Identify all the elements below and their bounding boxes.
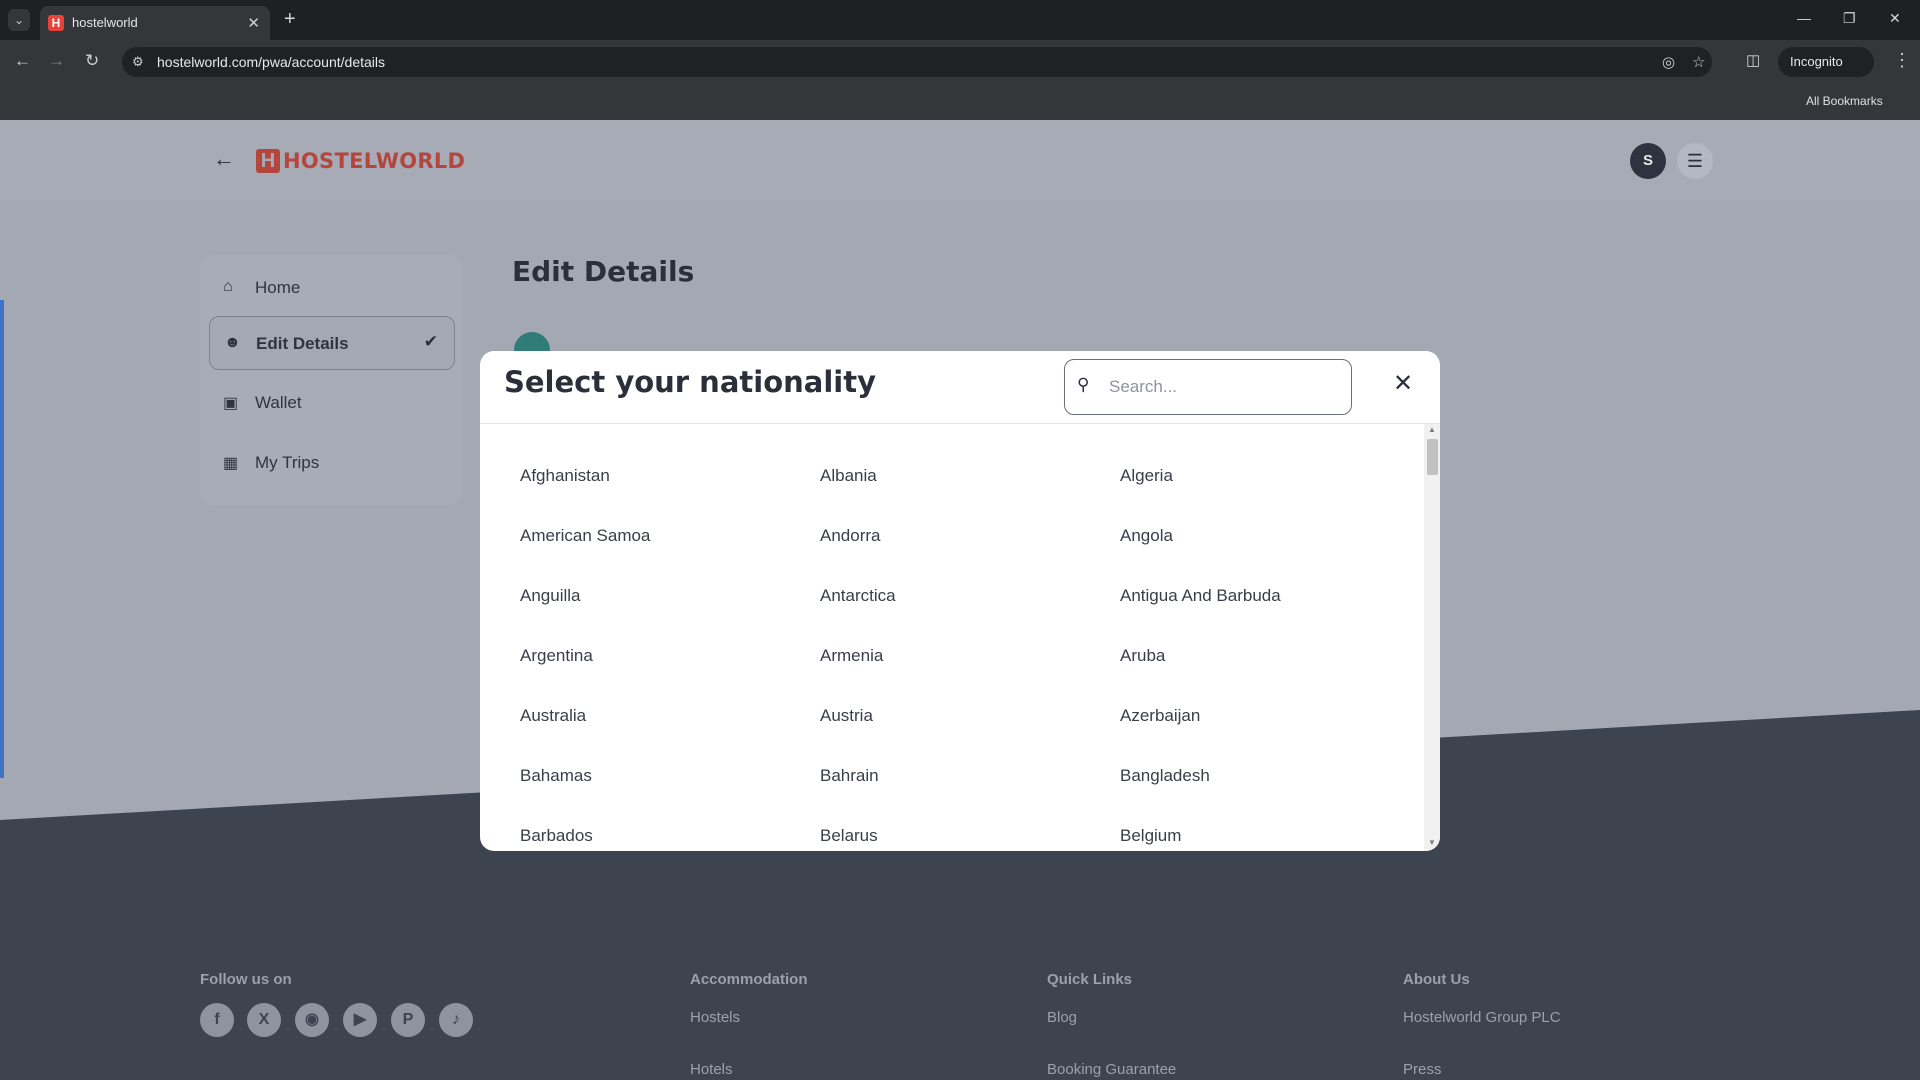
browser-tab[interactable]: H hostelworld ✕: [40, 6, 270, 40]
logo-mark-icon: H: [256, 149, 280, 173]
country-option[interactable]: American Samoa: [520, 526, 650, 546]
scrollbar[interactable]: [1424, 424, 1440, 851]
checkmark-icon: ✔: [423, 332, 438, 351]
all-bookmarks-button[interactable]: All Bookmarks: [1806, 94, 1883, 108]
youtube-icon[interactable]: ▶: [343, 1003, 377, 1037]
home-icon: ⌂: [223, 278, 233, 295]
tiktok-icon[interactable]: ♪: [439, 1003, 473, 1037]
scroll-up-icon[interactable]: ▲: [1428, 425, 1436, 434]
restore-icon[interactable]: ❐: [1843, 10, 1856, 27]
footer-link[interactable]: Hotels: [690, 1061, 733, 1078]
country-option[interactable]: Aruba: [1120, 646, 1165, 666]
follow-heading: Follow us on: [200, 971, 292, 988]
side-accent: [0, 300, 4, 778]
search-icon: ⚲: [1077, 375, 1090, 394]
sidebar-item-home[interactable]: ⌂ Home: [209, 261, 455, 315]
page-title: Edit Details: [512, 255, 695, 288]
country-option[interactable]: Andorra: [820, 526, 880, 546]
sidebar-item-edit-details[interactable]: ☻ Edit Details ✔: [209, 316, 455, 370]
footer-link[interactable]: Press: [1403, 1061, 1441, 1078]
address-bar[interactable]: ⚙ hostelworld.com/pwa/account/details ◎ …: [122, 47, 1712, 77]
sidebar-item-label: Home: [255, 278, 301, 297]
country-option[interactable]: Afghanistan: [520, 466, 610, 486]
country-option[interactable]: Antarctica: [820, 586, 896, 606]
hostelworld-logo[interactable]: H HOSTELWORLD: [256, 148, 465, 174]
country-option[interactable]: Antigua And Barbuda: [1120, 586, 1281, 606]
country-option[interactable]: Belarus: [820, 826, 878, 846]
x-icon[interactable]: X: [247, 1003, 281, 1037]
country-option[interactable]: Belgium: [1120, 826, 1181, 846]
country-option[interactable]: Armenia: [820, 646, 883, 666]
sidebar-item-label: Wallet: [255, 393, 302, 412]
nationality-modal: Select your nationality ⚲ ✕ AfghanistanA…: [480, 351, 1440, 851]
bookmark-star-icon[interactable]: ☆: [1692, 53, 1705, 71]
incognito-label: Incognito: [1790, 54, 1843, 69]
footer-link[interactable]: Booking Guarantee: [1047, 1061, 1176, 1078]
footer-link[interactable]: Hostels: [690, 1009, 740, 1026]
footer-link[interactable]: Hostelworld Group PLC: [1403, 1009, 1561, 1026]
footer-link[interactable]: Blog: [1047, 1009, 1077, 1026]
back-icon[interactable]: ←: [14, 51, 31, 71]
close-window-icon[interactable]: ✕: [1889, 10, 1901, 27]
browser-toolbar: ← → ↻ ⚙ hostelworld.com/pwa/account/deta…: [0, 40, 1920, 84]
tab-title: hostelworld: [72, 15, 138, 30]
country-option[interactable]: Austria: [820, 706, 873, 726]
bookmarks-bar: All Bookmarks: [0, 84, 1920, 120]
instagram-icon[interactable]: ◉: [295, 1003, 329, 1037]
country-option[interactable]: Bangladesh: [1120, 766, 1210, 786]
pinterest-icon[interactable]: P: [391, 1003, 425, 1037]
country-list: Afghanistan Albania Algeria American Samoa A…: [480, 424, 1424, 851]
hamburger-menu-icon[interactable]: ☰: [1677, 143, 1713, 179]
close-icon[interactable]: ✕: [1393, 369, 1413, 398]
scrollbar-thumb[interactable]: [1427, 439, 1438, 475]
eye-off-icon[interactable]: ◎: [1662, 53, 1675, 71]
minimize-icon[interactable]: —: [1797, 10, 1811, 26]
side-panel-icon[interactable]: ◫: [1746, 51, 1760, 69]
country-option[interactable]: Bahamas: [520, 766, 592, 786]
country-option[interactable]: Algeria: [1120, 466, 1173, 486]
reload-icon[interactable]: ↻: [85, 51, 99, 71]
sidebar-item-label: Edit Details: [256, 334, 349, 353]
user-icon: ☻: [224, 334, 241, 351]
wallet-icon: ▣: [223, 395, 239, 412]
scroll-down-icon[interactable]: ▼: [1428, 838, 1436, 847]
sidebar-item-wallet[interactable]: ▣ Wallet: [209, 376, 455, 430]
browser-menu-icon[interactable]: ⋮: [1893, 50, 1911, 71]
browser-tab-bar: ⌄ H hostelworld ✕ + — ❐ ✕: [0, 0, 1920, 40]
tab-close-icon[interactable]: ✕: [247, 14, 260, 32]
search-field[interactable]: ⚲: [1064, 359, 1352, 415]
footer-heading: Accommodation: [690, 971, 808, 988]
site-info-icon[interactable]: ⚙: [132, 54, 144, 70]
site-header: ← H HOSTELWORLD S ☰: [0, 120, 1920, 200]
tab-search-button[interactable]: ⌄: [8, 9, 30, 31]
forward-icon[interactable]: →: [48, 51, 65, 71]
account-sidebar: ⌂ Home ☻ Edit Details ✔ ▣ Wallet ▦ My Tr…: [200, 255, 462, 505]
modal-title: Select your nationality: [504, 365, 876, 399]
logo-text: HOSTELWORLD: [283, 149, 466, 173]
hostelworld-favicon-icon: H: [48, 15, 64, 31]
country-option[interactable]: Azerbaijan: [1120, 706, 1200, 726]
incognito-indicator[interactable]: Incognito: [1778, 47, 1874, 77]
country-option[interactable]: Australia: [520, 706, 586, 726]
avatar[interactable]: S: [1630, 143, 1666, 179]
country-option[interactable]: Albania: [820, 466, 877, 486]
country-option[interactable]: Angola: [1120, 526, 1173, 546]
country-option[interactable]: Bahrain: [820, 766, 879, 786]
back-arrow-icon[interactable]: ←: [213, 146, 235, 172]
country-option[interactable]: Argentina: [520, 646, 593, 666]
search-input[interactable]: [1109, 374, 1339, 400]
sidebar-item-my-trips[interactable]: ▦ My Trips: [209, 436, 455, 490]
new-tab-button[interactable]: +: [284, 8, 296, 30]
map-icon: ▦: [223, 455, 239, 472]
url-text[interactable]: hostelworld.com/pwa/account/details: [157, 54, 385, 70]
country-option[interactable]: Barbados: [520, 826, 593, 846]
footer-heading: About Us: [1403, 971, 1470, 988]
footer-heading: Quick Links: [1047, 971, 1133, 988]
facebook-icon[interactable]: f: [200, 1003, 234, 1037]
country-option[interactable]: Anguilla: [520, 586, 581, 606]
sidebar-item-label: My Trips: [255, 453, 320, 472]
